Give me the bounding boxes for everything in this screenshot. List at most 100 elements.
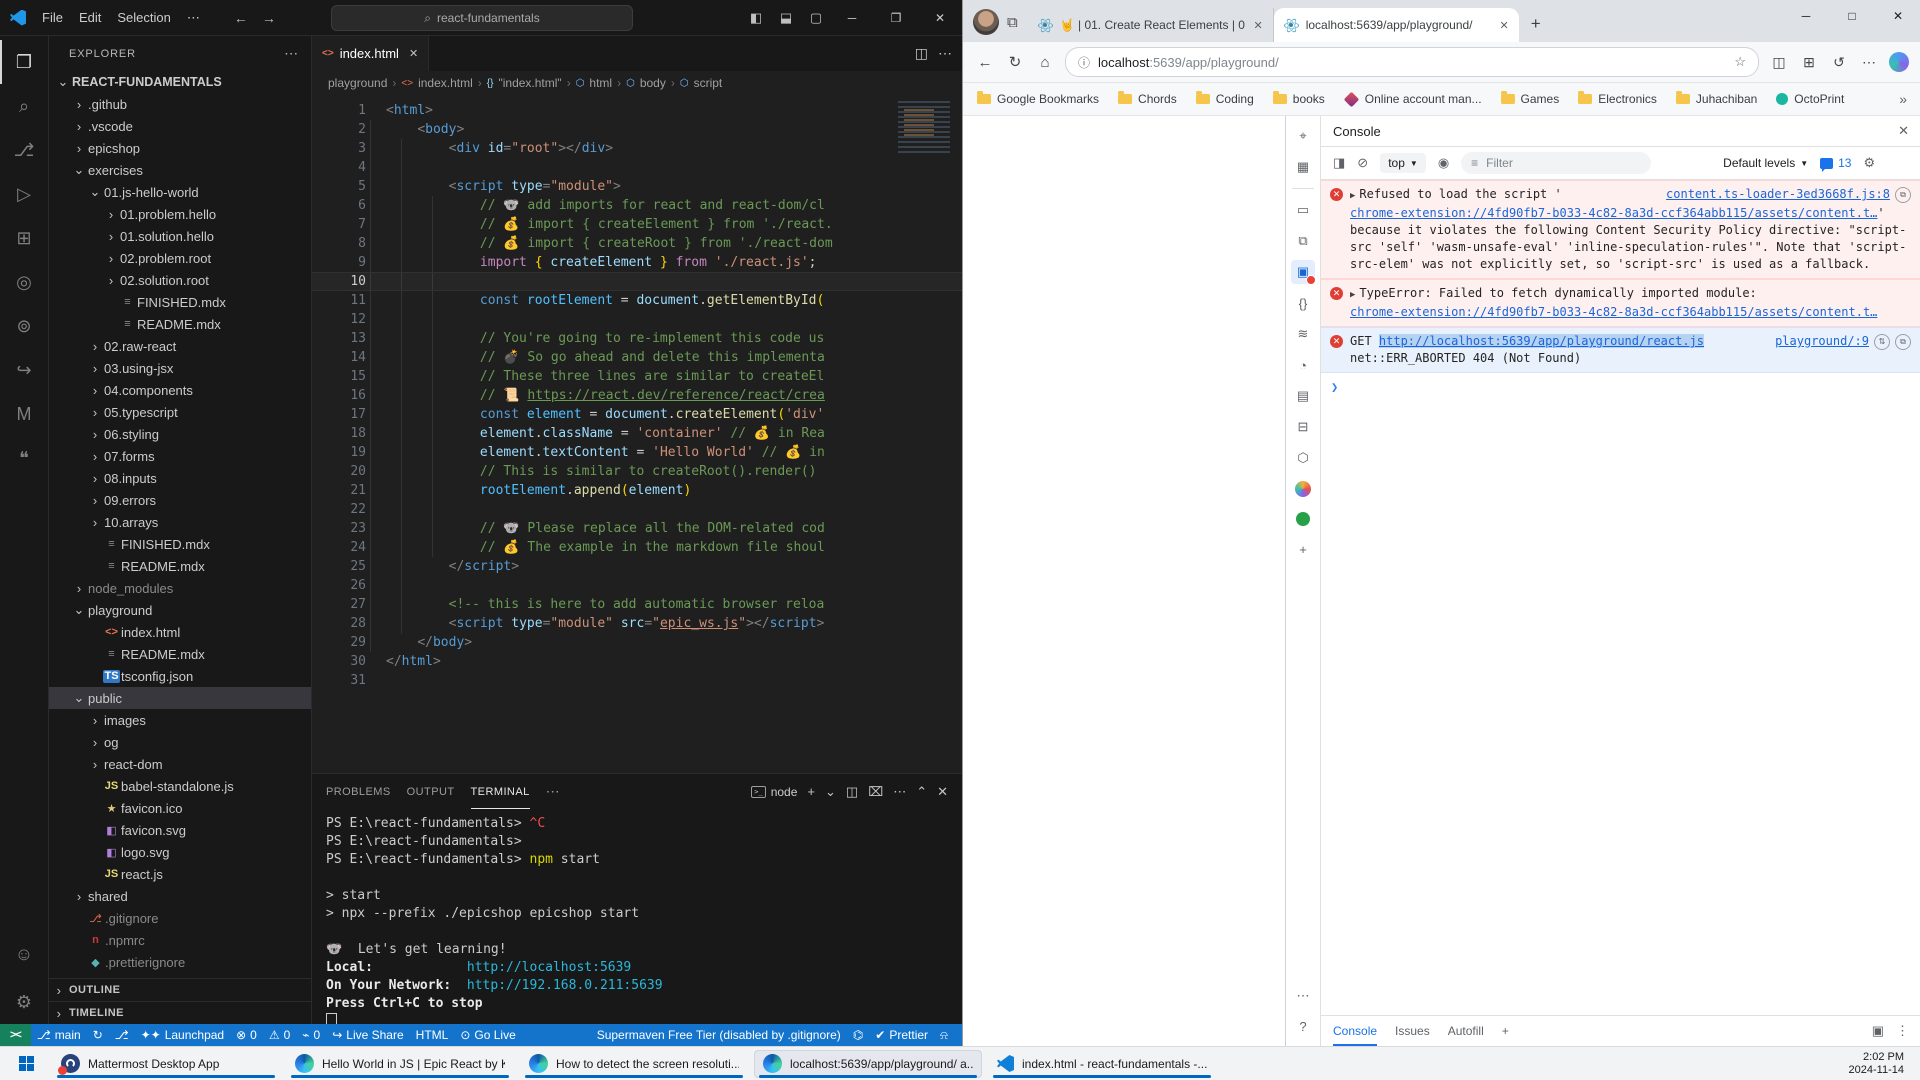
sources-icon[interactable]: {} [1291,291,1315,315]
tree-item-FINISHED.mdx[interactable]: ≡FINISHED.mdx [49,291,311,313]
lighthouse-icon[interactable] [1295,481,1311,497]
extension-tool-icon[interactable] [1296,512,1310,526]
breadcrumb-item[interactable]: "index.html" [498,76,561,90]
breadcrumb-item[interactable]: index.html [418,76,473,90]
elements-icon[interactable]: ⧉ [1291,229,1315,253]
tree-item-favicon.ico[interactable]: ★favicon.ico [49,797,311,819]
command-center-search[interactable]: ⌕ react-fundamentals [331,5,633,31]
breadcrumb-item[interactable]: body [640,76,666,90]
tree-item-README.mdx[interactable]: ≡README.mdx [49,643,311,665]
performance-icon[interactable]: ◔ [1291,353,1315,377]
kill-terminal-icon[interactable]: ⌧ [868,784,883,800]
vscode-restore-button[interactable]: ❐ [874,0,918,35]
status-prettier[interactable]: ✔Prettier [869,1028,934,1042]
browser-close-button[interactable]: ✕ [1875,0,1920,32]
vscode-close-button[interactable]: ✕ [918,0,962,35]
browser-maximize-button[interactable]: □ [1829,0,1875,32]
collections-icon[interactable]: ⊞ [1799,54,1819,71]
tree-item-02.problem.root[interactable]: ›02.problem.root [49,247,311,269]
tree-item-tsconfig.json[interactable]: TStsconfig.json [49,665,311,687]
console-message-count[interactable]: 13 [1820,156,1851,170]
panel-tabs-more-icon[interactable]: ⋯ [546,783,560,800]
tab-index-html[interactable]: <> index.html ✕ [312,36,429,71]
profile-avatar[interactable] [973,9,999,35]
outline-section[interactable]: ›OUTLINE [49,978,311,1001]
console-sidebar-icon[interactable]: ◨ [1333,155,1345,171]
maximize-panel-icon[interactable]: ⌃ [916,784,927,800]
start-button[interactable] [6,1050,46,1078]
status-notifications-bell[interactable]: ⍾ [934,1028,954,1043]
tree-item-.npmrc[interactable]: n.npmrc [49,929,311,951]
tab-close-icon[interactable]: ✕ [1500,19,1509,32]
terminal-dropdown-icon[interactable]: ⌄ [825,784,836,800]
bookmark-google-bookmarks[interactable]: Google Bookmarks [977,92,1099,106]
tree-item-01.problem.hello[interactable]: ›01.problem.hello [49,203,311,225]
tree-item-10.arrays[interactable]: ›10.arrays [49,511,311,533]
tree-item-04.components[interactable]: ›04.components [49,379,311,401]
drawer-tab-issues[interactable]: Issues [1395,1016,1430,1046]
menu-file[interactable]: File [34,6,71,30]
expand-caret-icon[interactable]: ▶ [1350,191,1355,201]
welcome-icon[interactable]: ▭ [1291,198,1315,222]
live-share-icon[interactable]: ↪ [0,348,46,392]
tree-item-playground[interactable]: ⌄playground [49,599,311,621]
status-ports[interactable]: ⌁0 [296,1028,326,1042]
taskbar-mattermost[interactable]: Mattermost Desktop App [52,1050,280,1078]
bookmarks-overflow-icon[interactable]: » [1899,91,1907,107]
menu-selection[interactable]: Selection [109,6,178,30]
security-icon[interactable]: ⬡ [1291,446,1315,470]
address-bar[interactable]: ⓘ localhost:5639/app/playground/ ☆ [1065,47,1759,77]
supermaven-icon[interactable]: M [0,392,46,436]
customize-layout-icon[interactable]: ▢ [802,10,830,26]
live-expression-eye-icon[interactable]: ◉ [1438,155,1449,171]
favorite-star-icon[interactable]: ☆ [1734,54,1746,70]
timeline-section[interactable]: ›TIMELINE [49,1001,311,1024]
editor-more-icon[interactable]: ⋯ [938,45,952,62]
tree-item-08.inputs[interactable]: ›08.inputs [49,467,311,489]
drawer-add-icon[interactable]: + [1502,1024,1509,1038]
terminal-shell-node[interactable]: >_node [751,785,797,799]
nav-back-icon[interactable]: ← [234,10,248,26]
status-gitlens-branch[interactable]: ⎇ [109,1028,135,1042]
menu-edit[interactable]: Edit [71,6,109,30]
tree-item-public[interactable]: ⌄public [49,687,311,709]
drawer-tab-autofill[interactable]: Autofill [1448,1016,1484,1046]
console-settings-gear-icon[interactable]: ⚙ [1863,155,1875,171]
split-terminal-icon[interactable]: ◫ [846,784,858,800]
tree-item-02.raw-react[interactable]: ›02.raw-react [49,335,311,357]
vscode-minimize-button[interactable]: ─ [830,0,874,35]
breadcrumb-item[interactable]: script [694,76,723,90]
new-terminal-icon[interactable]: + [807,784,815,799]
status-supermaven[interactable]: Supermaven Free Tier (disabled by .gitig… [591,1028,847,1042]
tree-item-react-dom[interactable]: ›react-dom [49,753,311,775]
drawer-more-icon[interactable]: ⋮ [1896,1023,1909,1039]
clear-console-icon[interactable]: ⊘ [1357,155,1368,171]
tree-item-logo.svg[interactable]: ◧logo.svg [49,841,311,863]
split-editor-icon[interactable]: ◫ [915,45,928,62]
site-info-icon[interactable]: ⓘ [1078,54,1090,71]
panel-tab-output[interactable]: OUTPUT [407,774,455,809]
tree-item-babel-standalone.js[interactable]: JSbabel-standalone.js [49,775,311,797]
explorer-icon[interactable]: ❐ [0,40,46,84]
home-icon[interactable]: ⌂ [1035,54,1055,71]
tree-item-.github[interactable]: ›.github [49,93,311,115]
tree-item-FINISHED.mdx[interactable]: ≡FINISHED.mdx [49,533,311,555]
console-prompt[interactable]: ❯ [1321,373,1920,402]
console-message-2[interactable]: ✕▶TypeError: Failed to fetch dynamically… [1321,279,1920,327]
remote-indicator[interactable]: >< [0,1024,31,1046]
devtools-close-icon[interactable]: ✕ [1898,123,1909,139]
page-content[interactable] [963,116,1286,1046]
drawer-tab-console[interactable]: Console [1333,1016,1377,1046]
status-live-share[interactable]: ↪Live Share [326,1028,409,1042]
tree-item-shared[interactable]: ›shared [49,885,311,907]
status-language-mode[interactable]: HTML [410,1028,455,1042]
dt-help-icon[interactable]: ? [1291,1014,1315,1038]
source-link[interactable]: content.ts-loader-3ed3668f.js:8 [1666,186,1890,203]
tree-item-react.js[interactable]: JSreact.js [49,863,311,885]
tree-item-.vscode[interactable]: ›.vscode [49,115,311,137]
message-link[interactable]: http://localhost:5639/app/playground/rea… [1379,334,1704,348]
settings-gear-icon[interactable]: ⚙ [0,980,46,1024]
panel-more-icon[interactable]: ⋯ [893,784,906,800]
tree-item-epicshop[interactable]: ›epicshop [49,137,311,159]
expand-caret-icon[interactable]: ▶ [1350,290,1355,300]
